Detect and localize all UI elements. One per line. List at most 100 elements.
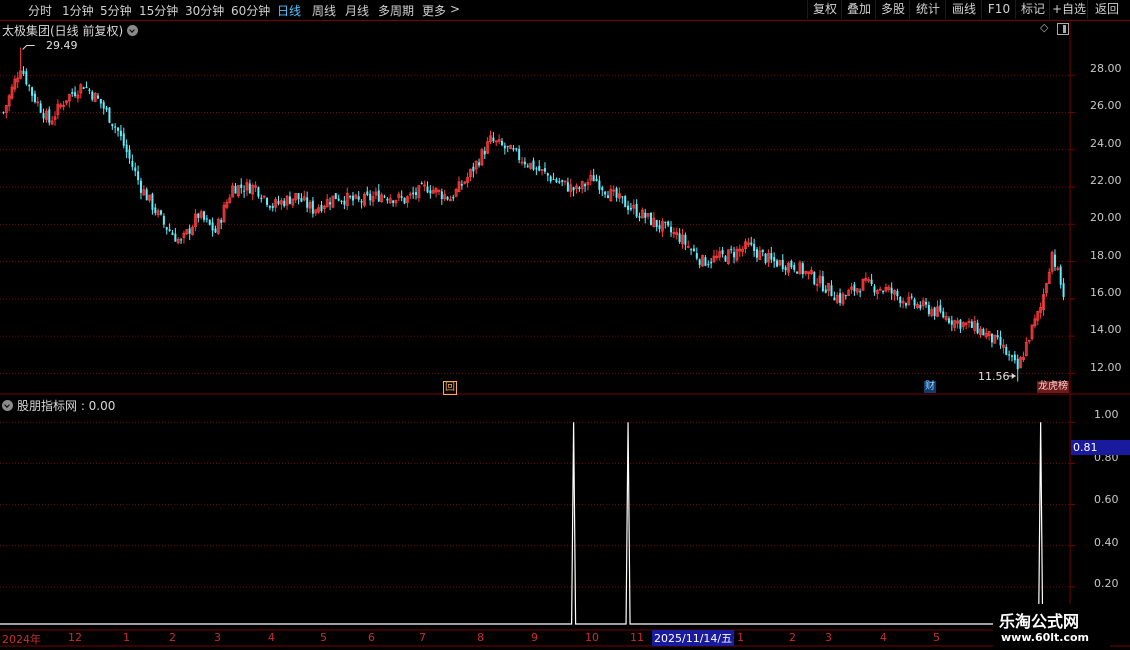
candle-body xyxy=(566,182,569,192)
candle-body xyxy=(460,183,463,186)
chevron-down-icon[interactable] xyxy=(2,400,13,411)
candle-body xyxy=(821,276,824,292)
candle-body xyxy=(71,92,74,94)
candle-body xyxy=(999,336,1002,346)
candle-body xyxy=(801,263,804,275)
candle-body xyxy=(386,198,389,201)
cursor-date-label: 2025/11/14/五 xyxy=(652,630,735,646)
candle-body xyxy=(311,200,314,214)
candle-body xyxy=(483,150,486,155)
candle-body xyxy=(910,296,913,298)
candle-body xyxy=(781,259,784,270)
candle-body xyxy=(2,112,5,114)
candle-body xyxy=(320,205,323,211)
x-tick: 10 xyxy=(585,631,599,644)
candle-body xyxy=(813,272,816,285)
dragon-tiger-badge[interactable]: 龙虎榜 xyxy=(1037,381,1069,393)
candle-body xyxy=(243,190,246,192)
candle-body xyxy=(96,95,99,99)
candle-body xyxy=(125,144,128,153)
y-tick: 24.00 xyxy=(1090,137,1122,150)
candlestick-series xyxy=(2,47,1065,382)
candle-body xyxy=(904,303,907,306)
watermark-line1: 乐淘公式网 xyxy=(999,612,1080,631)
candle-body xyxy=(695,253,698,259)
x-tick: 4 xyxy=(268,631,275,644)
candle-body xyxy=(896,291,899,297)
indicator-y-tick: 1.00 xyxy=(1094,408,1119,421)
candle-body xyxy=(266,197,269,205)
candle-body xyxy=(724,256,727,262)
x-tick: 4 xyxy=(880,631,887,644)
diamond-icon[interactable]: ◇ xyxy=(1040,21,1048,34)
candle-body xyxy=(512,148,515,150)
candle-body xyxy=(996,335,999,338)
candle-body xyxy=(1010,355,1013,357)
candle-body xyxy=(947,318,950,323)
candle-body xyxy=(277,200,280,204)
finance-badge[interactable]: 财 xyxy=(924,381,936,393)
candle-body xyxy=(329,202,332,205)
candle-body xyxy=(1008,354,1011,356)
candle-body xyxy=(119,130,122,137)
candle-body xyxy=(300,198,303,202)
candle-body xyxy=(555,179,558,183)
x-tick: 3 xyxy=(825,631,832,644)
candle-body xyxy=(162,215,165,225)
candle-body xyxy=(755,249,758,258)
candle-body xyxy=(377,190,380,202)
candle-body xyxy=(1016,358,1019,370)
candle-body xyxy=(604,191,607,195)
candle-body xyxy=(145,189,148,201)
x-tick: 9 xyxy=(531,631,538,644)
candle-body xyxy=(85,87,88,89)
low-price-label: 11.56 xyxy=(978,370,1010,383)
high-arrow xyxy=(22,45,35,50)
candle-body xyxy=(412,192,415,195)
y-tick: 20.00 xyxy=(1090,211,1122,224)
x-tick: 2 xyxy=(789,631,796,644)
indicator-title: 股朋指标网 : 0.00 xyxy=(2,397,115,414)
candle-body xyxy=(698,259,701,265)
candle-body xyxy=(180,239,183,241)
candle-body xyxy=(472,166,475,172)
candle-body xyxy=(337,198,340,201)
candle-body xyxy=(168,229,171,232)
cursor-value-label: 0.81 xyxy=(1071,440,1130,455)
candle-body xyxy=(39,103,42,113)
candle-body xyxy=(882,290,885,292)
candle-body xyxy=(561,180,564,182)
y-tick: 14.00 xyxy=(1090,323,1122,336)
candle-body xyxy=(535,168,538,170)
candle-body xyxy=(420,182,423,185)
candle-body xyxy=(523,161,526,165)
candle-body xyxy=(114,126,117,128)
buyback-badge[interactable]: 回 xyxy=(443,381,457,395)
candle-body xyxy=(415,192,418,195)
candle-body xyxy=(776,260,779,267)
candle-body xyxy=(624,195,627,208)
chevron-down-icon[interactable] xyxy=(127,25,139,36)
candle-body xyxy=(1053,254,1056,267)
candle-body xyxy=(664,221,667,223)
indicator-y-tick: 0.20 xyxy=(1094,577,1119,590)
candle-body xyxy=(271,205,274,209)
indicator-line xyxy=(0,422,1044,625)
candle-body xyxy=(950,320,953,325)
y-tick: 26.00 xyxy=(1090,99,1122,112)
kline-chart[interactable] xyxy=(0,0,1130,650)
candle-body xyxy=(214,228,217,233)
watermark-line2: www.60lt.com xyxy=(1001,631,1090,644)
panel-toggle-icon[interactable] xyxy=(1057,23,1069,35)
candle-body xyxy=(830,285,833,297)
candle-body xyxy=(197,213,200,218)
candle-body xyxy=(526,165,529,167)
grid-lines xyxy=(0,74,1075,588)
candle-body xyxy=(890,287,893,294)
x-tick: 12 xyxy=(68,631,82,644)
x-tick: 1 xyxy=(123,631,130,644)
candle-body xyxy=(1013,354,1016,361)
candle-body xyxy=(452,197,455,199)
stock-title-text: 太极集团(日线 前复权) xyxy=(2,24,124,38)
candle-body xyxy=(844,295,847,297)
